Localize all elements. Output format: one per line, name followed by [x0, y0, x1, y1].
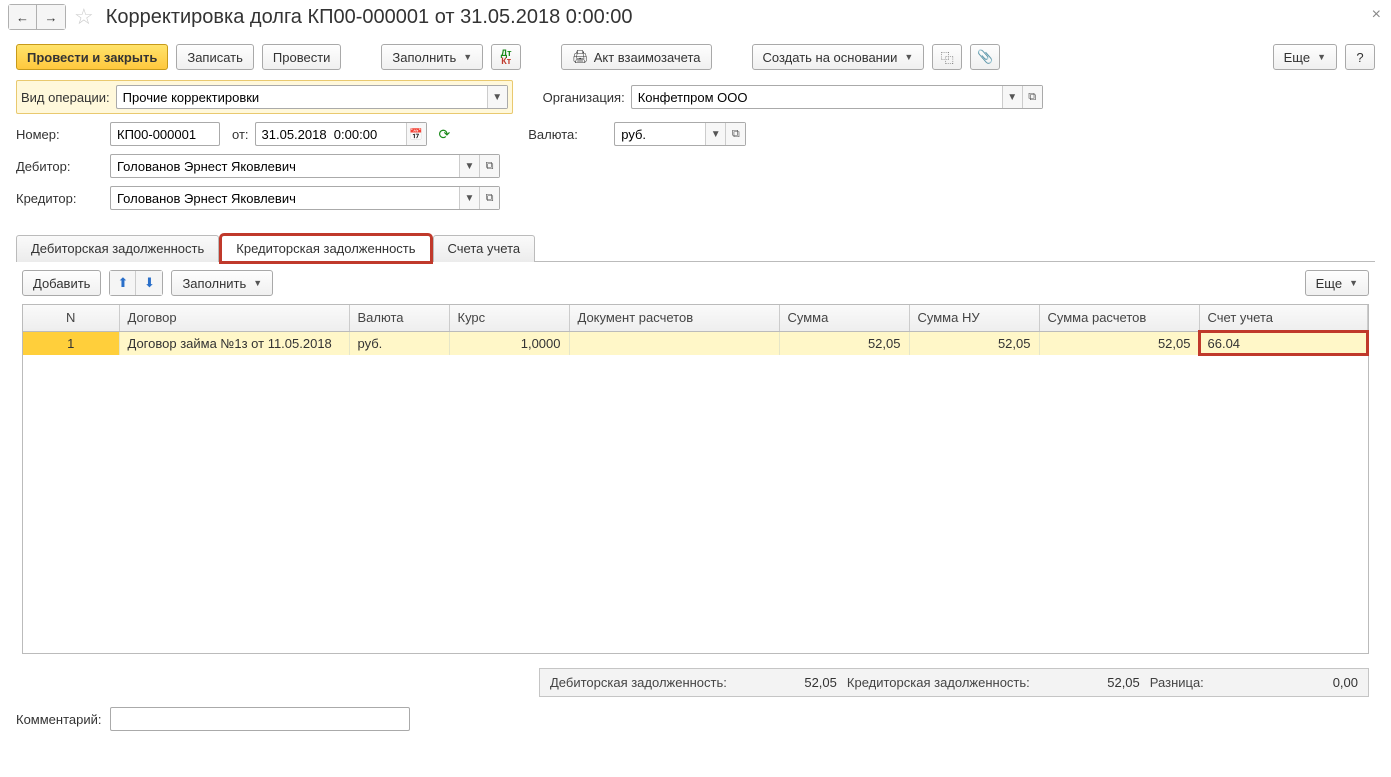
number-field[interactable] [110, 122, 220, 146]
chevron-down-icon[interactable]: ▼ [1002, 86, 1022, 108]
currency-combo[interactable]: ▼ [614, 122, 746, 146]
col-doc[interactable]: Документ расчетов [569, 305, 779, 331]
summary-bar: Дебиторская задолженность: 52,05 Кредито… [22, 668, 1369, 697]
page-title: Корректировка долга КП00-000001 от 31.05… [106, 6, 633, 29]
cell-sum-nu[interactable]: 52,05 [909, 331, 1039, 355]
create-based-on-button[interactable]: Создать на основании▼ [752, 44, 925, 70]
fill-button[interactable]: Заполнить▼ [381, 44, 483, 70]
print-offset-act-button[interactable]: Акт взаимозачета [561, 44, 711, 70]
summary-diff-value: 0,00 [1298, 675, 1358, 690]
open-icon[interactable] [479, 187, 499, 209]
chevron-down-icon[interactable]: ▼ [705, 123, 725, 145]
debtor-input[interactable] [111, 155, 459, 177]
comment-label: Комментарий: [16, 712, 102, 727]
col-n[interactable]: N [23, 305, 119, 331]
chevron-down-icon[interactable]: ▼ [459, 187, 479, 209]
organization-label: Организация: [543, 90, 625, 105]
structure-icon [941, 48, 954, 67]
currency-input[interactable] [615, 123, 705, 145]
form-area: Вид операции: ▼ Организация: ▼ Номер: от… [0, 76, 1391, 228]
debtor-label: Дебитор: [16, 159, 104, 174]
more-button[interactable]: Еще▼ [1273, 44, 1337, 70]
save-button[interactable]: Записать [176, 44, 254, 70]
open-icon[interactable] [479, 155, 499, 177]
creditor-label: Кредитор: [16, 191, 104, 206]
date-field[interactable] [255, 122, 427, 146]
open-icon[interactable] [1022, 86, 1042, 108]
calendar-icon[interactable] [406, 123, 426, 145]
chevron-down-icon[interactable]: ▼ [487, 86, 507, 108]
refresh-icon[interactable]: ⟳ [439, 126, 451, 143]
cell-account[interactable]: 66.04 [1199, 331, 1368, 355]
structure-button[interactable] [932, 44, 962, 70]
attachments-button[interactable] [970, 44, 1000, 70]
window-header: ← → ☆ Корректировка долга КП00-000001 от… [0, 0, 1391, 38]
col-contract[interactable]: Договор [119, 305, 349, 331]
comment-row: Комментарий: [0, 697, 1391, 741]
col-sum-calc[interactable]: Сумма расчетов [1039, 305, 1199, 331]
tab-bar: Дебиторская задолженность Кредиторская з… [16, 234, 1375, 262]
tab-accounts[interactable]: Счета учета [433, 235, 536, 262]
cell-n[interactable]: 1 [23, 331, 119, 355]
creditor-combo[interactable]: ▼ [110, 186, 500, 210]
move-row-group: ⬆ ⬇ [109, 270, 163, 296]
comment-input[interactable] [110, 707, 410, 731]
summary-credit-label: Кредиторская задолженность: [847, 675, 1030, 690]
col-currency[interactable]: Валюта [349, 305, 449, 331]
date-input[interactable] [256, 123, 406, 145]
add-row-button[interactable]: Добавить [22, 270, 101, 296]
close-icon[interactable]: × [1372, 6, 1381, 24]
main-toolbar: Провести и закрыть Записать Провести Зап… [0, 38, 1391, 76]
grid-toolbar: Добавить ⬆ ⬇ Заполнить▼ Еще▼ [0, 262, 1391, 304]
creditor-input[interactable] [111, 187, 459, 209]
open-icon[interactable] [725, 123, 745, 145]
nav-buttons: ← → [8, 4, 66, 30]
cell-sum[interactable]: 52,05 [779, 331, 909, 355]
paperclip-icon [977, 49, 993, 65]
col-sum-nu[interactable]: Сумма НУ [909, 305, 1039, 331]
tab-creditor[interactable]: Кредиторская задолженность [221, 235, 430, 262]
print-icon [572, 49, 589, 65]
organization-input[interactable] [632, 86, 1002, 108]
date-label: от: [232, 127, 249, 142]
summary-box: Дебиторская задолженность: 52,05 Кредито… [539, 668, 1369, 697]
organization-combo[interactable]: ▼ [631, 85, 1043, 109]
cell-doc[interactable] [569, 331, 779, 355]
help-button[interactable]: ? [1345, 44, 1375, 70]
summary-diff-label: Разница: [1150, 675, 1204, 690]
nav-forward-button[interactable]: → [37, 5, 65, 29]
grid-header-row: N Договор Валюта Курс Документ расчетов … [23, 305, 1368, 331]
summary-debit-label: Дебиторская задолженность: [550, 675, 727, 690]
move-down-button[interactable]: ⬇ [136, 271, 162, 295]
post-and-close-button[interactable]: Провести и закрыть [16, 44, 168, 70]
debtor-combo[interactable]: ▼ [110, 154, 500, 178]
cell-rate[interactable]: 1,0000 [449, 331, 569, 355]
col-account[interactable]: Счет учета [1199, 305, 1368, 331]
cell-contract[interactable]: Договор займа №1з от 11.05.2018 [119, 331, 349, 355]
tab-debtor[interactable]: Дебиторская задолженность [16, 235, 219, 262]
table-row[interactable]: 1 Договор займа №1з от 11.05.2018 руб. 1… [23, 331, 1368, 355]
dtkt-icon: ДтКт [501, 49, 512, 65]
number-input[interactable] [111, 123, 219, 145]
operation-type-label: Вид операции: [21, 90, 110, 105]
currency-label: Валюта: [528, 127, 608, 142]
col-sum[interactable]: Сумма [779, 305, 909, 331]
number-label: Номер: [16, 127, 104, 142]
cell-sum-calc[interactable]: 52,05 [1039, 331, 1199, 355]
move-up-button[interactable]: ⬆ [110, 271, 136, 295]
summary-credit-value: 52,05 [1040, 675, 1140, 690]
summary-debit-value: 52,05 [737, 675, 837, 690]
grid-fill-button[interactable]: Заполнить▼ [171, 270, 273, 296]
operation-type-combo[interactable]: ▼ [116, 85, 508, 109]
grid-more-button[interactable]: Еще▼ [1305, 270, 1369, 296]
nav-back-button[interactable]: ← [9, 5, 37, 29]
favorite-star-icon[interactable]: ☆ [74, 4, 94, 30]
post-button[interactable]: Провести [262, 44, 342, 70]
cell-currency[interactable]: руб. [349, 331, 449, 355]
grid: N Договор Валюта Курс Документ расчетов … [22, 304, 1369, 654]
col-rate[interactable]: Курс [449, 305, 569, 331]
dtkt-button[interactable]: ДтКт [491, 44, 521, 70]
chevron-down-icon[interactable]: ▼ [459, 155, 479, 177]
operation-type-input[interactable] [117, 86, 487, 108]
